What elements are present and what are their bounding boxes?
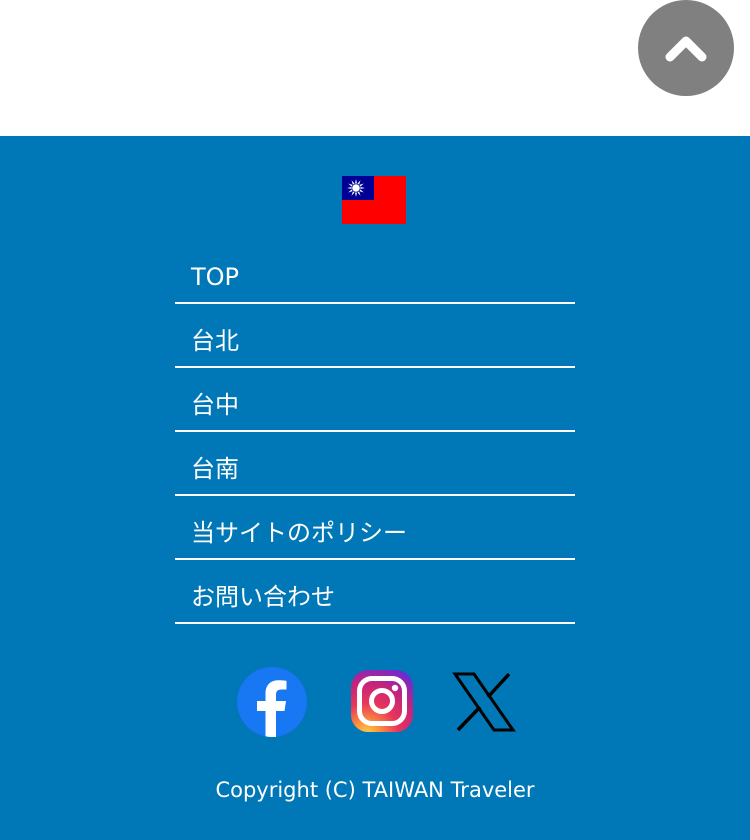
footer-nav: TOP 台北 台中 台南 当サイトのポリシー お問い合わせ <box>175 240 575 624</box>
footer-nav-item-taichung: 台中 <box>175 368 575 432</box>
facebook-link[interactable] <box>236 666 308 738</box>
back-to-top-button[interactable] <box>638 0 734 96</box>
x-link[interactable] <box>452 670 516 734</box>
content-bottom <box>0 0 750 136</box>
chevron-up-icon <box>665 36 707 62</box>
footer-nav-item-policy: 当サイトのポリシー <box>175 496 575 560</box>
footer-link-taipei[interactable]: 台北 <box>191 326 239 356</box>
instagram-link[interactable] <box>349 668 415 734</box>
footer-link-taichung[interactable]: 台中 <box>191 390 239 420</box>
footer-link-contact[interactable]: お問い合わせ <box>191 582 335 612</box>
x-icon <box>452 672 516 732</box>
footer-nav-item-taipei: 台北 <box>175 304 575 368</box>
footer-nav-item-contact: お問い合わせ <box>175 560 575 624</box>
copyright-text: Copyright (C) TAIWAN Traveler <box>215 778 535 802</box>
footer-nav-item-tainan: 台南 <box>175 432 575 496</box>
facebook-icon <box>237 667 307 737</box>
footer-nav-item-top: TOP <box>175 240 575 304</box>
social-links <box>0 664 750 740</box>
taiwan-flag-icon <box>342 176 406 224</box>
page: TOP 台北 台中 台南 当サイトのポリシー お問い合わせ Copyright … <box>0 0 750 840</box>
footer-link-top[interactable]: TOP <box>191 262 239 292</box>
footer-link-policy[interactable]: 当サイトのポリシー <box>191 518 407 548</box>
instagram-icon <box>351 670 413 732</box>
footer-link-tainan[interactable]: 台南 <box>191 454 239 484</box>
site-footer: TOP 台北 台中 台南 当サイトのポリシー お問い合わせ Copyright … <box>0 136 750 840</box>
